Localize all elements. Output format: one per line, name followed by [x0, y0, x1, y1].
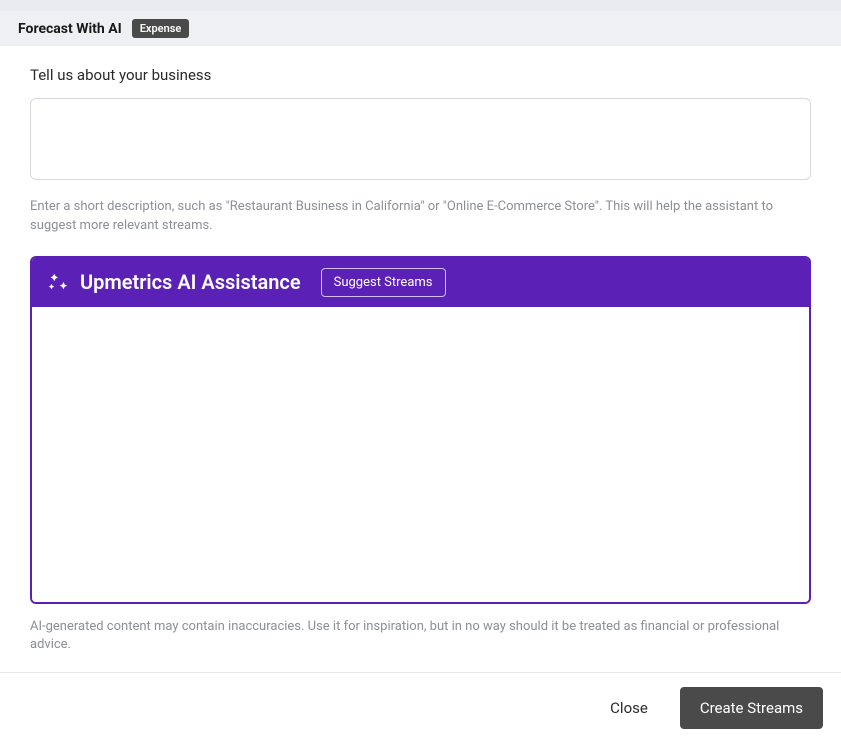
dialog-header: Forecast With AI Expense — [0, 11, 841, 46]
ai-panel-body — [32, 307, 809, 602]
business-label: Tell us about your business — [30, 66, 811, 84]
dialog-content: Tell us about your business Enter a shor… — [0, 46, 841, 664]
ai-panel-header: Upmetrics AI Assistance Suggest Streams — [32, 258, 809, 307]
create-streams-button[interactable]: Create Streams — [680, 687, 823, 729]
business-description-input[interactable] — [30, 98, 811, 180]
dialog-footer: Close Create Streams — [0, 672, 841, 743]
expense-badge: Expense — [132, 19, 190, 38]
window-top-bar — [0, 0, 841, 11]
dialog-title: Forecast With AI — [18, 21, 122, 37]
suggest-streams-button[interactable]: Suggest Streams — [321, 268, 446, 297]
magic-wand-icon — [46, 271, 68, 293]
business-helper-text: Enter a short description, such as "Rest… — [30, 198, 800, 236]
ai-disclaimer-text: AI-generated content may contain inaccur… — [30, 618, 811, 654]
close-button[interactable]: Close — [592, 687, 666, 729]
ai-assistance-panel: Upmetrics AI Assistance Suggest Streams — [30, 256, 811, 604]
ai-panel-title: Upmetrics AI Assistance — [80, 270, 301, 294]
